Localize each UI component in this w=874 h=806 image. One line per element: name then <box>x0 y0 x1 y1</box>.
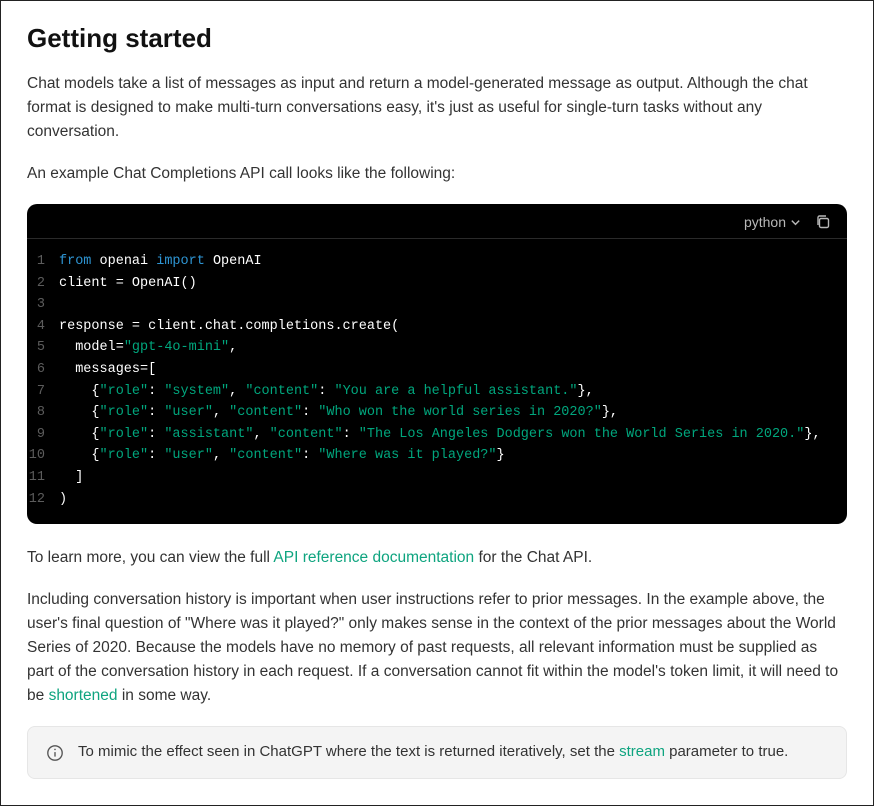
line-number: 6 <box>27 359 59 381</box>
line-number: 3 <box>27 294 59 316</box>
code-content: messages=[ <box>59 359 156 381</box>
info-icon <box>46 744 64 762</box>
code-content: from openai import OpenAI <box>59 251 262 273</box>
code-content: {"role": "user", "content": "Where was i… <box>59 445 505 467</box>
history-paragraph: Including conversation history is import… <box>27 588 847 708</box>
shortened-link[interactable]: shortened <box>49 687 118 704</box>
code-line: 2client = OpenAI() <box>27 273 847 295</box>
info-text: To mimic the effect seen in ChatGPT wher… <box>78 741 788 764</box>
code-line: 4response = client.chat.completions.crea… <box>27 316 847 338</box>
copy-icon[interactable] <box>815 214 831 230</box>
line-number: 10 <box>27 445 59 467</box>
learn-more-paragraph: To learn more, you can view the full API… <box>27 546 847 570</box>
code-line: 8 {"role": "user", "content": "Who won t… <box>27 402 847 424</box>
code-line: 12) <box>27 489 847 511</box>
code-content: ] <box>59 467 83 489</box>
line-number: 2 <box>27 273 59 295</box>
code-content: response = client.chat.completions.creat… <box>59 316 399 338</box>
stream-link[interactable]: stream <box>619 743 665 760</box>
line-number: 7 <box>27 381 59 403</box>
learn-more-prefix: To learn more, you can view the full <box>27 549 273 566</box>
code-line: 7 {"role": "system", "content": "You are… <box>27 381 847 403</box>
info-callout: To mimic the effect seen in ChatGPT wher… <box>27 726 847 779</box>
code-line: 3 <box>27 294 847 316</box>
line-number: 1 <box>27 251 59 273</box>
code-line: 1from openai import OpenAI <box>27 251 847 273</box>
line-number: 4 <box>27 316 59 338</box>
code-content: ) <box>59 489 67 511</box>
code-header: python <box>27 204 847 239</box>
doc-page: Getting started Chat models take a list … <box>0 0 874 806</box>
code-content: {"role": "user", "content": "Who won the… <box>59 402 618 424</box>
code-block: python 1from openai import OpenAI2client… <box>27 204 847 524</box>
code-line: 9 {"role": "assistant", "content": "The … <box>27 424 847 446</box>
info-suffix: parameter to true. <box>665 743 788 760</box>
language-label: python <box>744 214 786 230</box>
language-select[interactable]: python <box>744 214 801 230</box>
code-content: {"role": "system", "content": "You are a… <box>59 381 594 403</box>
code-content: client = OpenAI() <box>59 273 197 295</box>
intro-paragraph: Chat models take a list of messages as i… <box>27 72 847 144</box>
code-line: 10 {"role": "user", "content": "Where wa… <box>27 445 847 467</box>
line-number: 11 <box>27 467 59 489</box>
line-number: 8 <box>27 402 59 424</box>
code-line: 6 messages=[ <box>27 359 847 381</box>
api-reference-link[interactable]: API reference documentation <box>273 549 474 566</box>
code-content: model="gpt-4o-mini", <box>59 337 237 359</box>
code-line: 11 ] <box>27 467 847 489</box>
line-number: 12 <box>27 489 59 511</box>
info-prefix: To mimic the effect seen in ChatGPT wher… <box>78 743 619 760</box>
code-line: 5 model="gpt-4o-mini", <box>27 337 847 359</box>
code-content: {"role": "assistant", "content": "The Lo… <box>59 424 821 446</box>
code-body: 1from openai import OpenAI2client = Open… <box>27 239 847 524</box>
history-suffix: in some way. <box>118 687 212 704</box>
example-lead: An example Chat Completions API call loo… <box>27 162 847 186</box>
line-number: 5 <box>27 337 59 359</box>
chevron-down-icon <box>790 217 801 228</box>
line-number: 9 <box>27 424 59 446</box>
page-title: Getting started <box>27 23 847 54</box>
learn-more-suffix: for the Chat API. <box>474 549 592 566</box>
